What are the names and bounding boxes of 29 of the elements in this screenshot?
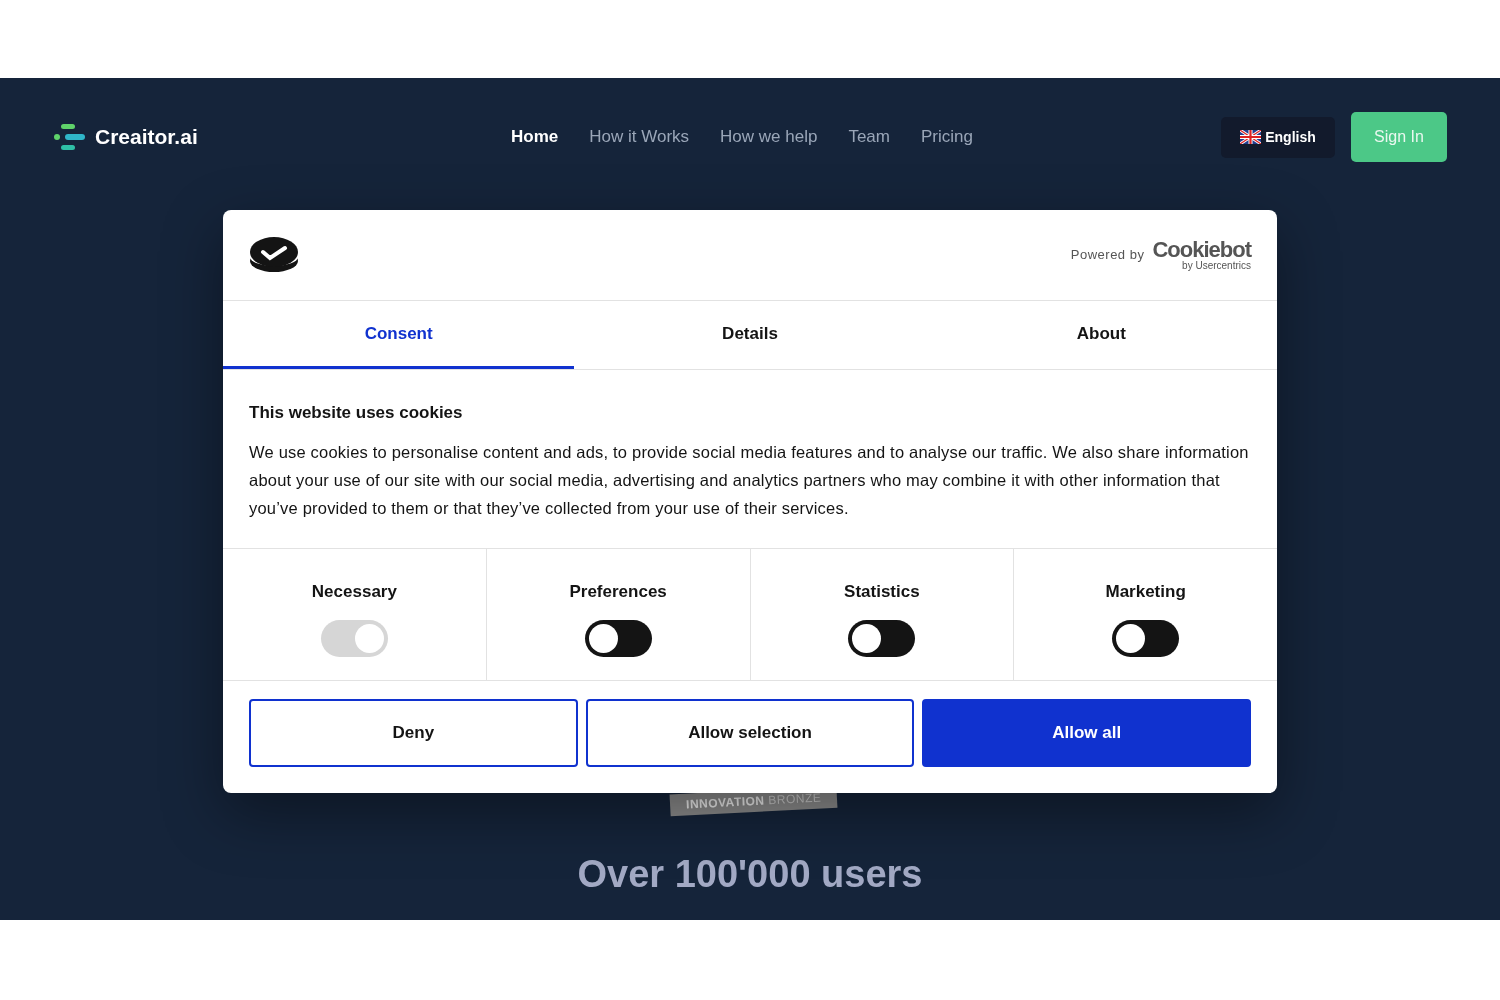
nav-link[interactable]: How it Works	[589, 124, 690, 150]
toggle-switch[interactable]	[1112, 620, 1180, 657]
dialog-tab[interactable]: Details	[574, 301, 926, 369]
cookie-check-icon	[249, 235, 299, 275]
nav-link[interactable]: How we help	[720, 124, 818, 150]
flag-icon	[1240, 130, 1262, 144]
brand-name[interactable]: Creaitor.ai	[95, 121, 198, 153]
consent-category-label: Marketing	[1105, 580, 1186, 603]
toggle-switch[interactable]	[584, 620, 652, 657]
logo-icon	[53, 121, 87, 153]
dialog-tab[interactable]: About	[925, 301, 1277, 369]
nav-link[interactable]: Home	[511, 124, 559, 150]
provider-logo-text[interactable]: Cookiebot	[1152, 239, 1251, 261]
dialog-tab[interactable]: Consent	[223, 301, 575, 369]
consent-category-label: Necessary	[311, 580, 397, 603]
consent-button[interactable]: Allow selection	[585, 698, 915, 767]
consent-category-label: Statistics	[844, 580, 920, 603]
dialog-title: This website uses cookies	[249, 402, 464, 424]
consent-button[interactable]: Allow all	[922, 698, 1251, 767]
provider-subtitle: by Usercentrics	[1182, 261, 1251, 271]
nav-link[interactable]: Pricing	[920, 124, 973, 150]
toggle-switch[interactable]	[848, 620, 916, 657]
headline: Over 100'000 users	[577, 853, 923, 895]
consent-category-label: Preferences	[569, 580, 667, 603]
consent-button[interactable]: Deny	[249, 698, 578, 767]
nav-link[interactable]: Team	[848, 124, 890, 150]
powered-by-label: Powered by	[1070, 246, 1145, 265]
dialog-description: We use cookies to personalise content and ads, to provide social media features and to analyse our traffic. We also share information about your use of our site with our social media, advertising and analytics partners who may combine it with other information that you’ve provided to them or that they’ve collected from your use of their services.	[249, 441, 1250, 519]
language-button[interactable]: English	[1221, 116, 1335, 158]
